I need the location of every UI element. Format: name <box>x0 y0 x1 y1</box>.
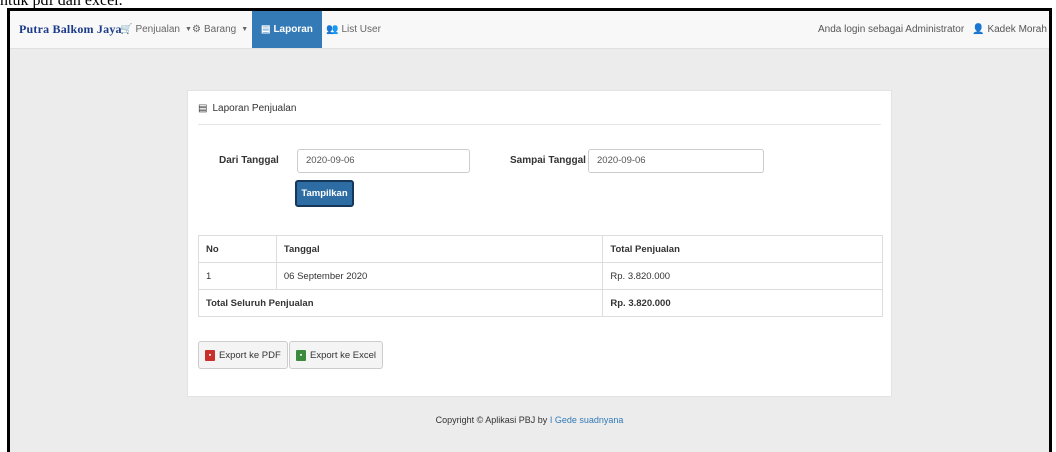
footer-author-link[interactable]: I Gede suadnyana <box>550 415 624 425</box>
panel-divider <box>198 124 881 125</box>
brand-logo[interactable]: Putra Balkom Jaya <box>19 22 122 37</box>
page-footer: Copyright © Aplikasi PBJ by I Gede suadn… <box>10 415 1049 425</box>
user-name: Kadek Morah <box>987 24 1047 35</box>
to-date-label: Sampai Tanggal <box>510 155 586 166</box>
nav-barang[interactable]: ⚙ Barang ▼ <box>192 11 248 48</box>
nav-list-user[interactable]: 👥 List User <box>326 11 381 48</box>
panel-title: Laporan Penjualan <box>212 103 297 114</box>
show-button[interactable]: Tampilkan <box>295 180 354 207</box>
column-header-no: No <box>198 235 277 263</box>
sales-report-table: No Tanggal Total Penjualan 1 06 Septembe… <box>197 235 883 317</box>
cell-no: 1 <box>198 262 277 290</box>
document-caption: ntuk pdf dan excel. <box>0 0 1056 8</box>
top-navbar: Putra Balkom Jaya 🛒 Penjualan ▼ ⚙ Barang… <box>10 11 1049 49</box>
chevron-down-icon: ▼ <box>184 26 192 33</box>
users-icon: 👥 <box>326 24 339 35</box>
file-icon: ▤ <box>261 24 271 35</box>
to-date-input[interactable]: 2020-09-06 <box>588 149 764 173</box>
footer-copyright: Copyright © Aplikasi PBJ by <box>435 415 550 425</box>
document-icon: ▤ <box>198 103 208 114</box>
nav-penjualan-label: Penjualan <box>135 24 180 35</box>
excel-icon: ▪ <box>296 349 306 361</box>
user-icon: 👤 <box>972 24 985 35</box>
report-panel: ▤ Laporan Penjualan Dari Tanggal 2020-09… <box>187 90 892 397</box>
total-label: Total Seluruh Penjualan <box>197 289 604 317</box>
nav-laporan-label: Laporan <box>273 24 313 35</box>
from-date-input[interactable]: 2020-09-06 <box>297 149 470 173</box>
column-header-total: Total Penjualan <box>602 235 883 263</box>
export-pdf-label: Export ke PDF <box>219 349 281 361</box>
export-excel-label: Export ke Excel <box>310 349 376 361</box>
user-menu[interactable]: 👤 Kadek Morah ▼ <box>972 11 1049 48</box>
table-header-row: No Tanggal Total Penjualan <box>198 235 883 263</box>
nav-list-user-label: List User <box>341 24 381 35</box>
cart-icon: 🛒 <box>120 24 133 35</box>
browser-screenshot-frame: Putra Balkom Jaya 🛒 Penjualan ▼ ⚙ Barang… <box>7 8 1052 452</box>
column-header-tanggal: Tanggal <box>275 235 604 263</box>
total-value: Rp. 3.820.000 <box>602 289 883 317</box>
nav-penjualan[interactable]: 🛒 Penjualan ▼ <box>120 11 192 48</box>
tag-icon: ⚙ <box>192 24 201 35</box>
table-row: 1 06 September 2020 Rp. 3.820.000 <box>198 262 883 290</box>
cell-total: Rp. 3.820.000 <box>602 262 883 290</box>
table-total-row: Total Seluruh Penjualan Rp. 3.820.000 <box>197 289 883 317</box>
export-pdf-button[interactable]: ▪ Export ke PDF <box>198 341 288 369</box>
export-excel-button[interactable]: ▪ Export ke Excel <box>289 341 383 369</box>
nav-barang-label: Barang <box>203 24 237 35</box>
nav-laporan[interactable]: ▤ Laporan <box>252 11 322 48</box>
cell-tanggal: 06 September 2020 <box>275 262 604 290</box>
login-status: Anda login sebagai Administrator <box>818 24 965 35</box>
from-date-label: Dari Tanggal <box>219 155 279 166</box>
panel-heading: ▤ Laporan Penjualan <box>198 103 296 114</box>
chevron-down-icon: ▼ <box>241 26 249 33</box>
pdf-icon: ▪ <box>205 349 215 361</box>
